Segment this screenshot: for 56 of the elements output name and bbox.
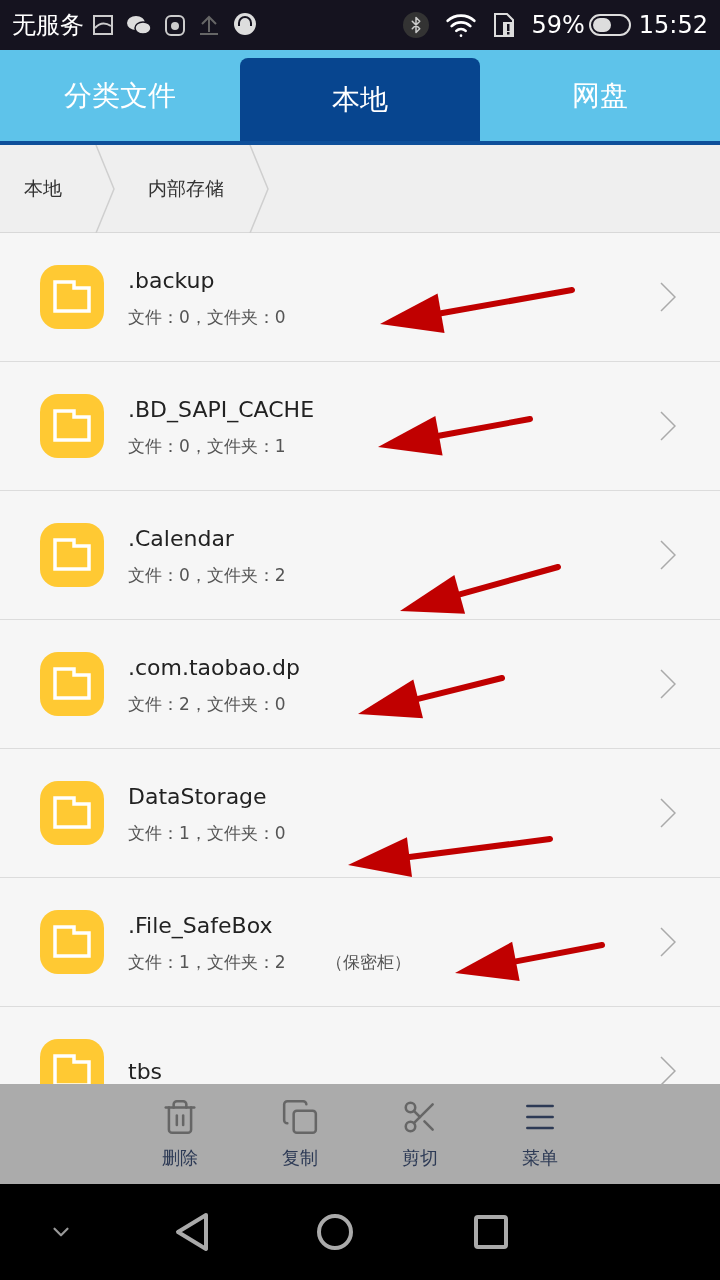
battery-icon xyxy=(588,14,631,36)
trash-icon xyxy=(161,1097,199,1136)
carrier-text: 无服务 xyxy=(12,10,84,41)
chat-icon xyxy=(126,14,152,36)
battery-percent: 59% xyxy=(531,10,585,41)
folder-icon xyxy=(40,1039,104,1084)
folder-details: 文件：2，文件夹：0 xyxy=(128,692,286,716)
chevron-right-icon xyxy=(660,540,676,570)
clock-time: 15:52 xyxy=(638,10,708,41)
folder-row[interactable]: .File_SafeBox 文件：1，文件夹：2 （保密柜） xyxy=(0,878,720,1007)
toolbar-button[interactable]: 删除 xyxy=(148,1084,212,1184)
bluetooth-icon xyxy=(403,12,430,38)
bag-icon xyxy=(164,13,186,37)
folder-row[interactable]: .Calendar 文件：0，文件夹：2 xyxy=(0,491,720,620)
chevron-right-icon xyxy=(660,411,676,441)
folder-row[interactable]: .com.taobao.dp 文件：2，文件夹：0 xyxy=(0,620,720,749)
toolbar-button[interactable]: 剪切 xyxy=(388,1084,452,1184)
recents-icon[interactable] xyxy=(474,1215,508,1249)
breadcrumb-item[interactable]: 本地 xyxy=(0,145,94,232)
chevron-right-icon xyxy=(660,669,676,699)
folder-name: .BD_SAPI_CACHE xyxy=(128,395,316,425)
folder-row[interactable]: .backup 文件：0，文件夹：0 xyxy=(0,233,720,362)
folder-icon xyxy=(40,265,104,329)
folder-name: .backup xyxy=(128,266,216,295)
folder-icon xyxy=(40,781,104,845)
folder-name: tbs xyxy=(128,1057,164,1084)
folder-details: 文件：1，文件夹：2 xyxy=(128,950,286,974)
folder-details: 文件：0，文件夹：0 xyxy=(128,305,286,329)
back-icon[interactable] xyxy=(174,1212,210,1252)
chevron-right-icon xyxy=(660,798,676,828)
toolbar-button[interactable]: 复制 xyxy=(268,1084,332,1184)
folder-icon xyxy=(40,394,104,458)
folder-row[interactable]: .BD_SAPI_CACHE 文件：0，文件夹：1 xyxy=(0,362,720,491)
folder-name: .Calendar xyxy=(128,524,235,553)
copy-icon xyxy=(281,1097,319,1136)
folder-details: 文件：0，文件夹：1 xyxy=(128,434,286,458)
toolbar-button[interactable]: 菜单 xyxy=(508,1084,572,1184)
chevron-right-icon xyxy=(660,927,676,957)
folder-name: .File_SafeBox xyxy=(128,911,274,941)
folder-icon xyxy=(40,652,104,716)
folder-details: 文件：1，文件夹：0 xyxy=(128,821,286,845)
tab[interactable]: 本地 xyxy=(240,58,480,141)
folder-name: .com.taobao.dp xyxy=(128,653,301,682)
folder-note: （保密柜） xyxy=(325,950,411,974)
home-icon[interactable] xyxy=(316,1213,354,1251)
folder-row[interactable]: DataStorage 文件：1，文件夹：0 xyxy=(0,749,720,878)
image-icon xyxy=(92,14,114,36)
chevron-right-icon xyxy=(660,282,676,312)
headset-icon xyxy=(232,12,258,38)
folder-details: 文件：0，文件夹：2 xyxy=(128,563,286,587)
upload-icon xyxy=(198,14,220,36)
sim-alert-icon xyxy=(493,12,516,38)
folder-icon xyxy=(40,523,104,587)
folder-name: DataStorage xyxy=(128,782,268,811)
folder-icon xyxy=(40,910,104,974)
breadcrumb-item[interactable]: 内部存储 xyxy=(116,145,248,232)
